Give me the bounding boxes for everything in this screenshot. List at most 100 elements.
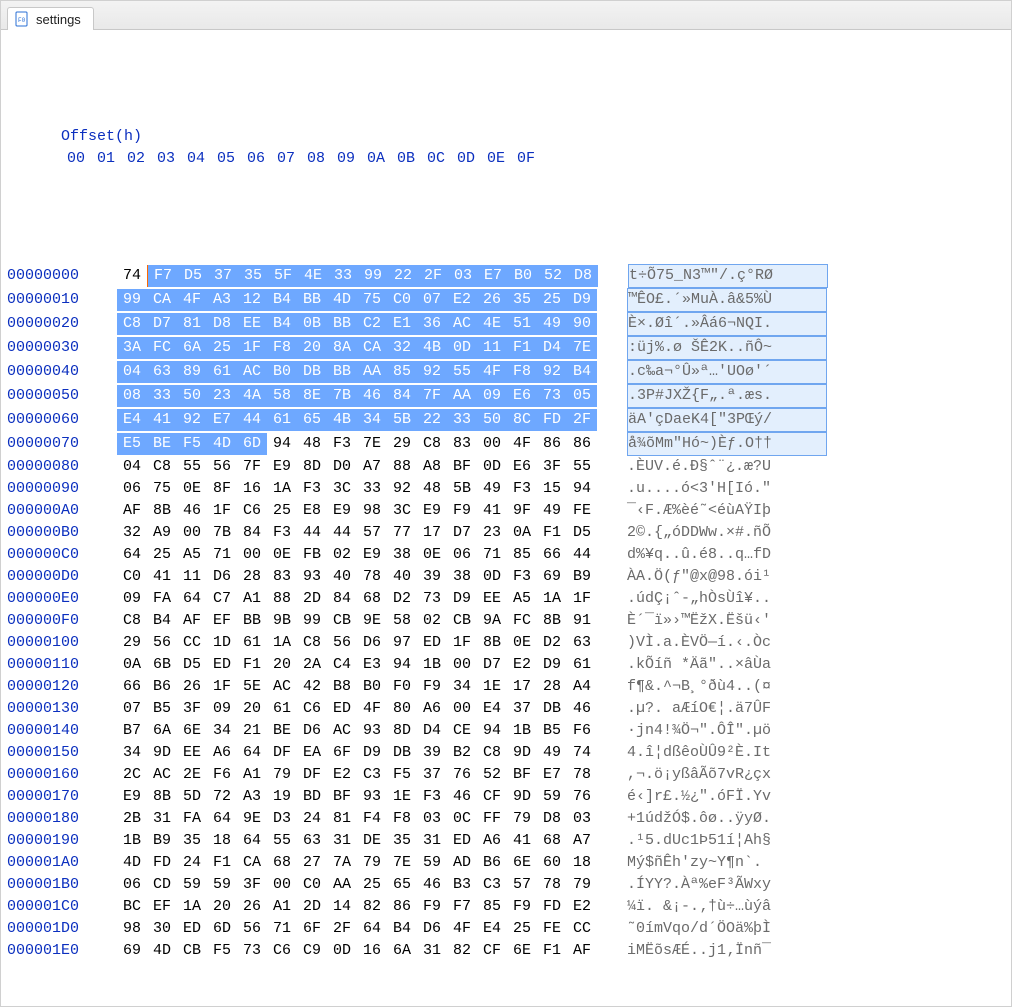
hex-byte[interactable]: 46 bbox=[417, 874, 447, 896]
hex-byte[interactable]: E9 bbox=[357, 544, 387, 566]
ascii-text[interactable]: Mý$ñÊh'zy~Y­¶n`. bbox=[627, 852, 827, 874]
hex-byte[interactable]: B9 bbox=[147, 830, 177, 852]
hex-byte[interactable]: FE bbox=[537, 918, 567, 940]
ascii-text[interactable]: .kÕíñ *Äã"..×âÙa bbox=[627, 654, 827, 676]
hex-row[interactable]: 00000070E5BEF54D6D9448F37E29C883004F8686… bbox=[7, 432, 1005, 456]
hex-byte[interactable]: 78 bbox=[537, 874, 567, 896]
hex-byte[interactable]: A9 bbox=[147, 522, 177, 544]
hex-byte[interactable]: 0E bbox=[507, 632, 537, 654]
hex-row[interactable]: 0000008004C855567FE98DD0A788A8BF0DE63F55… bbox=[7, 456, 1005, 478]
hex-byte[interactable]: DB bbox=[537, 698, 567, 720]
hex-byte[interactable]: D8 bbox=[537, 808, 567, 830]
hex-byte[interactable]: 1E bbox=[477, 676, 507, 698]
ascii-text[interactable]: .údÇ¡ˆ-„hÒsÙî¥.. bbox=[627, 588, 827, 610]
hex-byte[interactable]: 71 bbox=[267, 918, 297, 940]
hex-byte[interactable]: 88 bbox=[267, 588, 297, 610]
hex-byte[interactable]: 25 bbox=[147, 544, 177, 566]
hex-byte[interactable]: 86 bbox=[387, 896, 417, 918]
hex-byte[interactable]: 32 bbox=[387, 337, 417, 359]
hex-byte[interactable]: 46 bbox=[567, 698, 597, 720]
hex-byte[interactable]: 7E bbox=[357, 433, 387, 455]
hex-byte[interactable]: 1F bbox=[447, 632, 477, 654]
hex-byte[interactable]: F5 bbox=[177, 433, 207, 455]
hex-byte[interactable]: E4 bbox=[117, 409, 147, 431]
hex-byte[interactable]: 25 bbox=[507, 918, 537, 940]
hex-byte[interactable]: 9D bbox=[507, 786, 537, 808]
hex-byte[interactable]: BF bbox=[507, 764, 537, 786]
ascii-text[interactable]: .3P#JXŽ{F„.ª.æs. bbox=[627, 384, 827, 408]
hex-byte[interactable]: 86 bbox=[537, 433, 567, 455]
hex-byte[interactable]: 03 bbox=[567, 808, 597, 830]
hex-byte[interactable]: 11 bbox=[177, 566, 207, 588]
hex-byte[interactable]: A6 bbox=[417, 698, 447, 720]
hex-byte[interactable]: D9 bbox=[357, 742, 387, 764]
hex-byte[interactable]: 69 bbox=[537, 566, 567, 588]
hex-byte[interactable]: 8B bbox=[147, 786, 177, 808]
hex-byte[interactable]: 30 bbox=[147, 918, 177, 940]
hex-byte[interactable]: A1 bbox=[237, 588, 267, 610]
hex-byte[interactable]: D7 bbox=[447, 522, 477, 544]
hex-byte[interactable]: 6A bbox=[177, 337, 207, 359]
hex-byte[interactable]: 61 bbox=[267, 409, 297, 431]
hex-byte[interactable]: 33 bbox=[357, 478, 387, 500]
hex-byte[interactable]: CC bbox=[567, 918, 597, 940]
hex-byte[interactable]: 48 bbox=[417, 478, 447, 500]
hex-byte[interactable]: CA bbox=[147, 289, 177, 311]
hex-byte[interactable]: 3F bbox=[177, 698, 207, 720]
hex-byte[interactable]: E9 bbox=[117, 786, 147, 808]
ascii-text[interactable]: .¹5.dUc1Þ51í¦Ah§ bbox=[627, 830, 827, 852]
hex-byte[interactable]: 9F bbox=[507, 500, 537, 522]
hex-row[interactable]: 000001602CAC2EF6A179DFE2C3F5377652BFE778… bbox=[7, 764, 1005, 786]
hex-byte[interactable]: 15 bbox=[537, 478, 567, 500]
hex-byte[interactable]: 4D bbox=[327, 289, 357, 311]
hex-byte[interactable]: 73 bbox=[537, 385, 567, 407]
hex-byte[interactable]: 35 bbox=[507, 289, 537, 311]
ascii-text[interactable]: d%¥q..û.é8..q…fD bbox=[627, 544, 827, 566]
hex-byte[interactable]: B3 bbox=[447, 874, 477, 896]
hex-byte[interactable]: 36 bbox=[417, 313, 447, 335]
hex-byte[interactable]: 55 bbox=[267, 830, 297, 852]
hex-byte[interactable]: C2 bbox=[357, 313, 387, 335]
hex-byte[interactable]: 5D bbox=[177, 786, 207, 808]
hex-byte[interactable]: EE bbox=[177, 742, 207, 764]
hex-byte[interactable]: 72 bbox=[207, 786, 237, 808]
hex-byte[interactable]: 84 bbox=[327, 588, 357, 610]
hex-byte[interactable]: 0D bbox=[477, 566, 507, 588]
hex-row[interactable]: 000001E0694DCBF573C6C90D166A3182CF6EF1AF… bbox=[7, 940, 1005, 962]
hex-byte[interactable]: EF bbox=[147, 896, 177, 918]
hex-byte[interactable]: F7 bbox=[147, 265, 178, 287]
hex-byte[interactable]: 49 bbox=[537, 500, 567, 522]
hex-byte[interactable]: AF bbox=[567, 940, 597, 962]
hex-byte[interactable]: 23 bbox=[207, 385, 237, 407]
hex-byte[interactable]: 37 bbox=[208, 265, 238, 287]
hex-byte[interactable]: 92 bbox=[417, 361, 447, 383]
hex-byte[interactable]: 83 bbox=[447, 433, 477, 455]
hex-byte[interactable]: 75 bbox=[357, 289, 387, 311]
hex-byte[interactable]: 31 bbox=[417, 940, 447, 962]
hex-byte[interactable]: 91 bbox=[567, 610, 597, 632]
hex-byte[interactable]: F3 bbox=[327, 433, 357, 455]
hex-byte[interactable]: F7 bbox=[447, 896, 477, 918]
hex-byte[interactable]: E1 bbox=[387, 313, 417, 335]
hex-byte[interactable]: 2B bbox=[117, 808, 147, 830]
hex-byte[interactable]: E7 bbox=[207, 409, 237, 431]
ascii-text[interactable]: È´¯ï»›™ËžX.Ëšü‹' bbox=[627, 610, 827, 632]
hex-byte[interactable]: 4F bbox=[507, 433, 537, 455]
hex-byte[interactable]: C0 bbox=[117, 566, 147, 588]
hex-byte[interactable]: 34 bbox=[207, 720, 237, 742]
hex-byte[interactable]: 44 bbox=[237, 409, 267, 431]
hex-byte[interactable]: 81 bbox=[177, 313, 207, 335]
hex-byte[interactable]: 6D bbox=[237, 433, 267, 455]
hex-byte[interactable]: 79 bbox=[507, 808, 537, 830]
hex-row[interactable]: 000001C0BCEF1A2026A12D148286F9F785F9FDE2… bbox=[7, 896, 1005, 918]
hex-byte[interactable]: 0E bbox=[177, 478, 207, 500]
ascii-text[interactable]: iMËõsÆÉ..j1‚Ïnñ¯ bbox=[627, 940, 827, 962]
hex-byte[interactable]: 3F bbox=[237, 874, 267, 896]
hex-byte[interactable]: 06 bbox=[117, 478, 147, 500]
hex-byte[interactable]: 27 bbox=[297, 852, 327, 874]
hex-byte[interactable]: 80 bbox=[387, 698, 417, 720]
hex-byte[interactable]: 56 bbox=[237, 918, 267, 940]
hex-byte[interactable]: 31 bbox=[327, 830, 357, 852]
hex-byte[interactable]: 73 bbox=[417, 588, 447, 610]
hex-byte[interactable]: 59 bbox=[417, 852, 447, 874]
